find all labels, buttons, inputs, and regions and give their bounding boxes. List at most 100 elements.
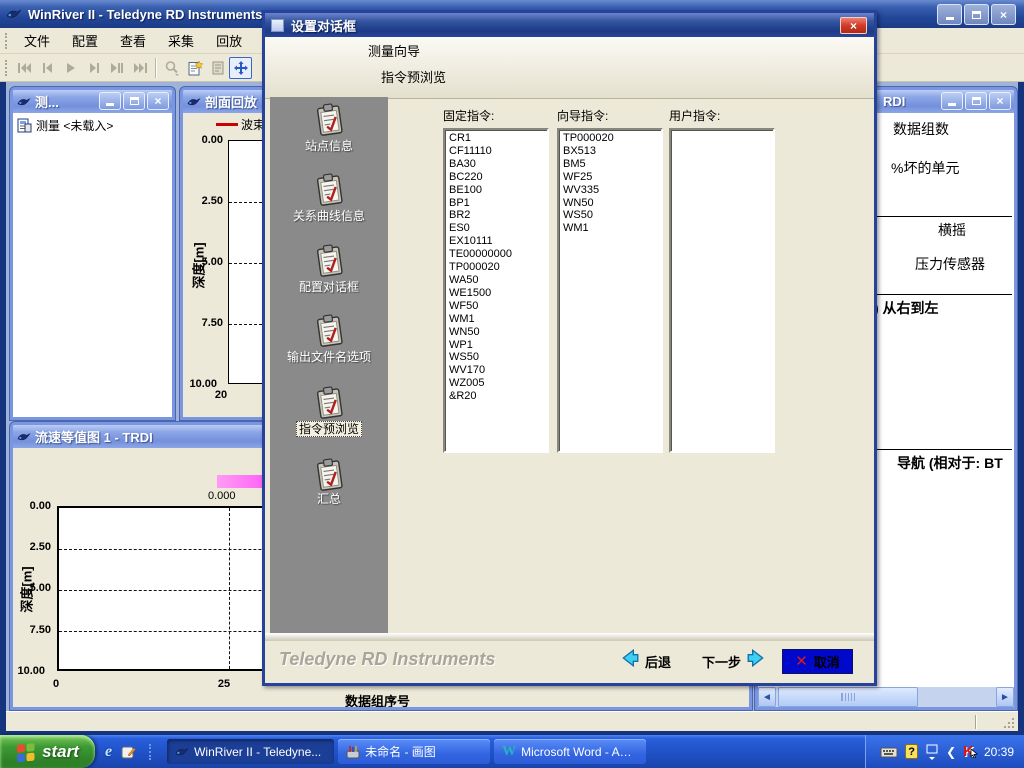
play-pause-icon[interactable]: [105, 57, 128, 79]
menu-acquire[interactable]: 采集: [157, 27, 205, 54]
maximize-button[interactable]: [123, 92, 145, 110]
step-label: 关系曲线信息: [293, 209, 365, 223]
close-icon: ×: [154, 95, 161, 107]
command-item[interactable]: WF25: [563, 171, 661, 184]
command-item[interactable]: ES0: [449, 222, 547, 235]
windows-flag-icon: [16, 742, 36, 762]
display-tray-icon[interactable]: [925, 744, 939, 760]
keyboard-tray-icon[interactable]: [880, 745, 898, 759]
taskbar: start e WinRiver II - Teledyne... 未命名 - …: [0, 735, 1024, 768]
measurement-tree-item[interactable]: 测量 <未载入>: [13, 113, 172, 138]
notes-icon[interactable]: [206, 57, 229, 79]
help-tray-icon[interactable]: ?: [905, 744, 918, 759]
antivirus-tray-icon[interactable]: K: [963, 743, 974, 760]
command-item[interactable]: WV170: [449, 364, 547, 377]
wizard-title: 测量向导: [368, 41, 420, 60]
next-button[interactable]: 下一步: [702, 652, 741, 671]
play-icon[interactable]: [59, 57, 82, 79]
skip-first-icon[interactable]: [13, 57, 36, 79]
command-item[interactable]: WS50: [449, 351, 547, 364]
command-item[interactable]: WE1500: [449, 287, 547, 300]
command-item[interactable]: TE00000000: [449, 248, 547, 261]
quick-launch: e: [95, 743, 167, 761]
beam-legend-swatch: [216, 123, 238, 126]
command-item[interactable]: WP1: [449, 339, 547, 352]
scroll-right-icon[interactable]: ►: [996, 687, 1014, 707]
collapse-tray-icon[interactable]: ❮: [946, 745, 956, 759]
step-forward-icon[interactable]: [82, 57, 105, 79]
command-item[interactable]: CF11110: [449, 145, 547, 158]
zoom-tool-icon[interactable]: [160, 57, 183, 79]
command-item[interactable]: TP000020: [563, 132, 661, 145]
close-button[interactable]: ×: [147, 92, 169, 110]
dialog-header: 测量向导 指令预浏览: [265, 37, 874, 99]
command-item[interactable]: BC220: [449, 171, 547, 184]
internet-explorer-icon[interactable]: e: [105, 743, 112, 761]
horizontal-scrollbar[interactable]: ◄ ►: [758, 687, 1014, 707]
command-item[interactable]: WF50: [449, 300, 547, 313]
command-item[interactable]: EX10111: [449, 235, 547, 248]
step-configuration-dialog[interactable]: 配置对话框: [270, 278, 388, 295]
statusbar-divider: [975, 715, 976, 729]
task-word[interactable]: W Microsoft Word - ADC...: [494, 739, 646, 764]
step-output-filename-options[interactable]: 输出文件名选项: [270, 348, 388, 365]
command-item[interactable]: WM1: [563, 222, 661, 235]
command-item[interactable]: BR2: [449, 209, 547, 222]
measurement-titlebar[interactable]: 测... ×: [13, 90, 172, 113]
step-site-info[interactable]: 站点信息: [270, 137, 388, 154]
wizard-commands-listbox[interactable]: TP000020BX513BM5WF25WV335WN50WS50WM1: [557, 128, 663, 453]
command-item[interactable]: WA50: [449, 274, 547, 287]
scroll-left-icon[interactable]: ◄: [758, 687, 776, 707]
dialog-titlebar[interactable]: 设置对话框 ×: [265, 13, 874, 37]
command-item[interactable]: BM5: [563, 158, 661, 171]
task-winriver[interactable]: WinRiver II - Teledyne...: [167, 739, 334, 764]
next-arrow-icon[interactable]: [746, 649, 766, 667]
resize-grip-icon[interactable]: [1002, 716, 1016, 730]
menu-playback[interactable]: 回放: [205, 27, 253, 54]
command-item[interactable]: WZ005: [449, 377, 547, 390]
maximize-button[interactable]: [964, 4, 989, 25]
back-arrow-icon[interactable]: [620, 649, 640, 667]
command-item[interactable]: WN50: [563, 197, 661, 210]
menu-config[interactable]: 配置: [61, 27, 109, 54]
command-item[interactable]: BE100: [449, 184, 547, 197]
cancel-button[interactable]: ✕ 取消: [782, 649, 853, 674]
command-item[interactable]: &R20: [449, 390, 547, 403]
close-button[interactable]: ×: [989, 92, 1011, 110]
user-commands-listbox[interactable]: [669, 128, 775, 453]
properties-icon[interactable]: [183, 57, 206, 79]
command-item[interactable]: WN50: [449, 326, 547, 339]
menu-view[interactable]: 查看: [109, 27, 157, 54]
command-item[interactable]: WS50: [563, 209, 661, 222]
back-button[interactable]: 后退: [645, 652, 671, 671]
menubar-grip[interactable]: [5, 33, 8, 49]
minimize-button[interactable]: [937, 4, 962, 25]
minimize-button[interactable]: [99, 92, 121, 110]
menu-file[interactable]: 文件: [13, 27, 61, 54]
command-item[interactable]: WM1: [449, 313, 547, 326]
toolbar-grip[interactable]: [5, 60, 8, 76]
dialog-close-button[interactable]: ×: [840, 17, 867, 34]
step-summary[interactable]: 汇总: [270, 490, 388, 507]
command-item[interactable]: BA30: [449, 158, 547, 171]
minimize-button[interactable]: [941, 92, 963, 110]
cancel-label: 取消: [814, 652, 840, 671]
task-paint[interactable]: 未命名 - 画图: [338, 739, 490, 764]
close-button[interactable]: ×: [991, 4, 1016, 25]
scrollbar-thumb[interactable]: [778, 687, 918, 707]
command-item[interactable]: TP000020: [449, 261, 547, 274]
pan-icon[interactable]: [229, 57, 252, 79]
command-item[interactable]: CR1: [449, 132, 547, 145]
start-button[interactable]: start: [0, 735, 95, 768]
maximize-button[interactable]: [965, 92, 987, 110]
command-item[interactable]: WV335: [563, 184, 661, 197]
show-desktop-icon[interactable]: [120, 744, 136, 760]
contour-x-axis-label: 数据组序号: [345, 691, 410, 710]
fixed-commands-listbox[interactable]: CR1CF11110BA30BC220BE100BP1BR2ES0EX10111…: [443, 128, 549, 453]
step-commands-preview[interactable]: 指令预浏览: [270, 420, 388, 437]
command-item[interactable]: BP1: [449, 197, 547, 210]
skip-last-icon[interactable]: [128, 57, 151, 79]
step-back-icon[interactable]: [36, 57, 59, 79]
command-item[interactable]: BX513: [563, 145, 661, 158]
step-rating-info[interactable]: 关系曲线信息: [270, 207, 388, 224]
